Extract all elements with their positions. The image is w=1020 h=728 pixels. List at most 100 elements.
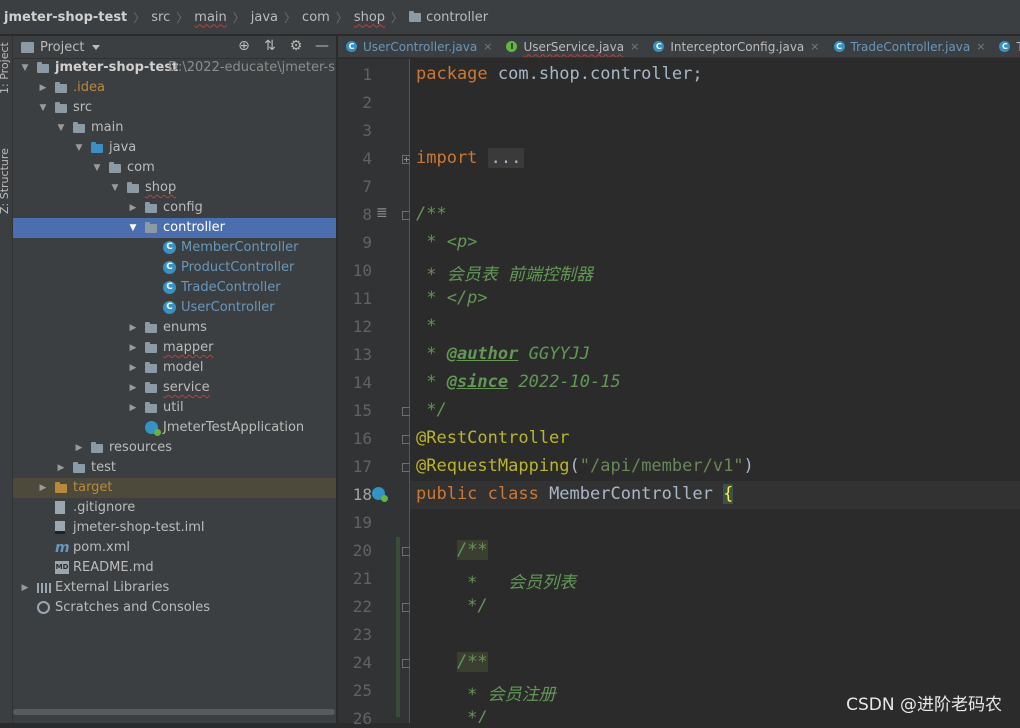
tree-node[interactable]: ▶ resources [13, 438, 336, 458]
structure-tool-button[interactable]: Z: Structure [0, 148, 11, 214]
breadcrumb-item[interactable]: src [151, 10, 170, 25]
tree-node-label: config [163, 200, 203, 215]
tool-window-strip: 1: Project Z: Structure [0, 36, 13, 723]
tree-node[interactable]: C UserController [13, 298, 336, 318]
collapsed-arrow-icon[interactable]: ▶ [55, 458, 67, 478]
editor-tab[interactable]: C TradeController.java × [826, 36, 992, 57]
editor-tab[interactable]: CT [991, 36, 1020, 57]
chevron-down-icon[interactable] [92, 44, 101, 50]
collapsed-arrow-icon[interactable]: ▶ [37, 478, 49, 498]
code-line: import ... [416, 148, 525, 168]
collapsed-arrow-icon[interactable]: ▶ [127, 198, 139, 218]
gear-icon[interactable]: ⚙ [288, 38, 304, 54]
tree-node[interactable]: ▶ enums [13, 318, 336, 338]
collapsed-arrow-icon[interactable]: ▶ [37, 78, 49, 98]
tree-node[interactable]: ▶ test [13, 458, 336, 478]
tree-node[interactable]: .gitignore [13, 498, 336, 518]
project-path-wrap: D:\2022-educate\jmeter-shop- [162, 58, 336, 78]
tree-node[interactable]: ▶ util [13, 398, 336, 418]
maven-icon: m [55, 540, 70, 556]
tree-node-label: resources [109, 440, 173, 455]
interface-icon: I [506, 41, 518, 52]
tree-node[interactable]: ▶ target [13, 478, 336, 498]
close-icon[interactable]: × [810, 40, 819, 53]
editor-tab[interactable]: C InterceptorConfig.java × [645, 36, 825, 57]
line-number: 22 [352, 597, 372, 616]
tree-node[interactable]: ▶ External Libraries [13, 578, 336, 598]
project-tree[interactable]: ▼ jmeter-shop-test D:\2022-educate\jmeter-… [13, 58, 336, 618]
collapsed-arrow-icon[interactable]: ▶ [19, 578, 31, 598]
breadcrumb-item[interactable]: controller [409, 10, 488, 25]
collapsed-arrow-icon[interactable]: ▶ [73, 438, 85, 458]
tree-node[interactable]: MD README.md [13, 558, 336, 578]
class-icon: C [346, 41, 357, 52]
tree-node[interactable]: ▶ model [13, 358, 336, 378]
expanded-arrow-icon[interactable]: ▼ [109, 178, 121, 198]
spring-bean-gutter-icon[interactable] [372, 487, 388, 502]
close-icon[interactable]: × [483, 40, 492, 53]
tree-node[interactable]: ▼ java [13, 138, 336, 158]
collapsed-arrow-icon[interactable]: ▶ [127, 398, 139, 418]
tree-node[interactable]: ▼ jmeter-shop-test D:\2022-educate\jmeter-… [13, 58, 336, 78]
scratches-icon [37, 601, 50, 614]
project-tool-button[interactable]: 1: Project [0, 42, 11, 94]
expanded-arrow-icon[interactable]: ▼ [73, 138, 85, 158]
expanded-arrow-icon[interactable]: ▼ [55, 118, 67, 138]
tree-node[interactable]: C ProductController [13, 258, 336, 278]
collapsed-arrow-icon[interactable]: ▶ [127, 378, 139, 398]
folder-icon [55, 102, 67, 113]
source-folder-icon [91, 142, 103, 153]
tree-node[interactable]: ▶ .idea [13, 78, 336, 98]
breadcrumb-item[interactable]: com [302, 10, 330, 25]
tree-node[interactable]: jmeter-shop-test.iml [13, 518, 336, 538]
close-icon[interactable]: × [630, 40, 639, 53]
breadcrumb-item[interactable]: main [194, 10, 226, 25]
doc-render-icon[interactable]: ≣ [376, 205, 388, 221]
tree-node[interactable]: C MemberController [13, 238, 336, 258]
tree-node[interactable]: ▶ config [13, 198, 336, 218]
package-icon [145, 222, 157, 233]
package-icon [145, 402, 157, 413]
editor-tab[interactable]: I UserService.java × [498, 36, 645, 57]
tree-node[interactable]: C TradeController [13, 278, 336, 298]
expanded-arrow-icon[interactable]: ▼ [127, 218, 139, 238]
collapsed-arrow-icon[interactable]: ▶ [127, 338, 139, 358]
breadcrumb-item[interactable]: shop [354, 10, 385, 25]
locate-icon[interactable]: ⊕ [236, 38, 252, 54]
editor-tabs: C UserController.java × I UserService.java × C… [338, 36, 1020, 58]
tree-node[interactable]: ▼ main [13, 118, 336, 138]
editor-tab[interactable]: C UserController.java × [338, 36, 498, 57]
code-editor[interactable]: package com.shop.controller; import ... /*… [410, 59, 1020, 723]
code-line: * 会员列表 [416, 573, 577, 593]
tree-node[interactable]: ▶ service [13, 378, 336, 398]
collapsed-arrow-icon[interactable]: ▶ [127, 318, 139, 338]
breadcrumb-item[interactable]: java [251, 10, 278, 25]
expanded-arrow-icon[interactable]: ▼ [37, 98, 49, 118]
minimize-icon[interactable]: — [314, 38, 330, 54]
breadcrumb-item[interactable]: jmeter-shop-test [4, 10, 127, 25]
collapsed-arrow-icon[interactable]: ▶ [127, 358, 139, 378]
code-line: */ [416, 400, 447, 420]
tree-node[interactable]: Scratches and Consoles [13, 598, 336, 618]
expanded-arrow-icon[interactable]: ▼ [19, 58, 31, 78]
line-number: 10 [352, 261, 372, 280]
tree-node[interactable]: m pom.xml [13, 538, 336, 558]
tab-label: TradeController.java [850, 39, 971, 54]
line-number: 12 [352, 317, 372, 336]
tree-node-label: MemberController [181, 240, 299, 255]
folder-icon [73, 462, 85, 473]
tree-node[interactable]: JmeterTestApplication [13, 418, 336, 438]
tree-node[interactable]: ▼ src [13, 98, 336, 118]
code-line: * @since 2022-10-15 [416, 372, 621, 392]
horizontal-scrollbar[interactable] [13, 709, 335, 715]
expanded-arrow-icon[interactable]: ▼ [91, 158, 103, 178]
collapse-all-icon[interactable]: ⇅ [262, 38, 278, 54]
breadcrumb-separator-icon: 〉 [232, 10, 245, 25]
project-panel-title[interactable]: Project [40, 40, 84, 55]
package-icon [145, 202, 157, 213]
tree-node[interactable]: ▼ controller [13, 218, 336, 238]
tree-node[interactable]: ▼ shop [13, 178, 336, 198]
close-icon[interactable]: × [976, 40, 985, 53]
tree-node[interactable]: ▶ mapper [13, 338, 336, 358]
tree-node[interactable]: ▼ com [13, 158, 336, 178]
